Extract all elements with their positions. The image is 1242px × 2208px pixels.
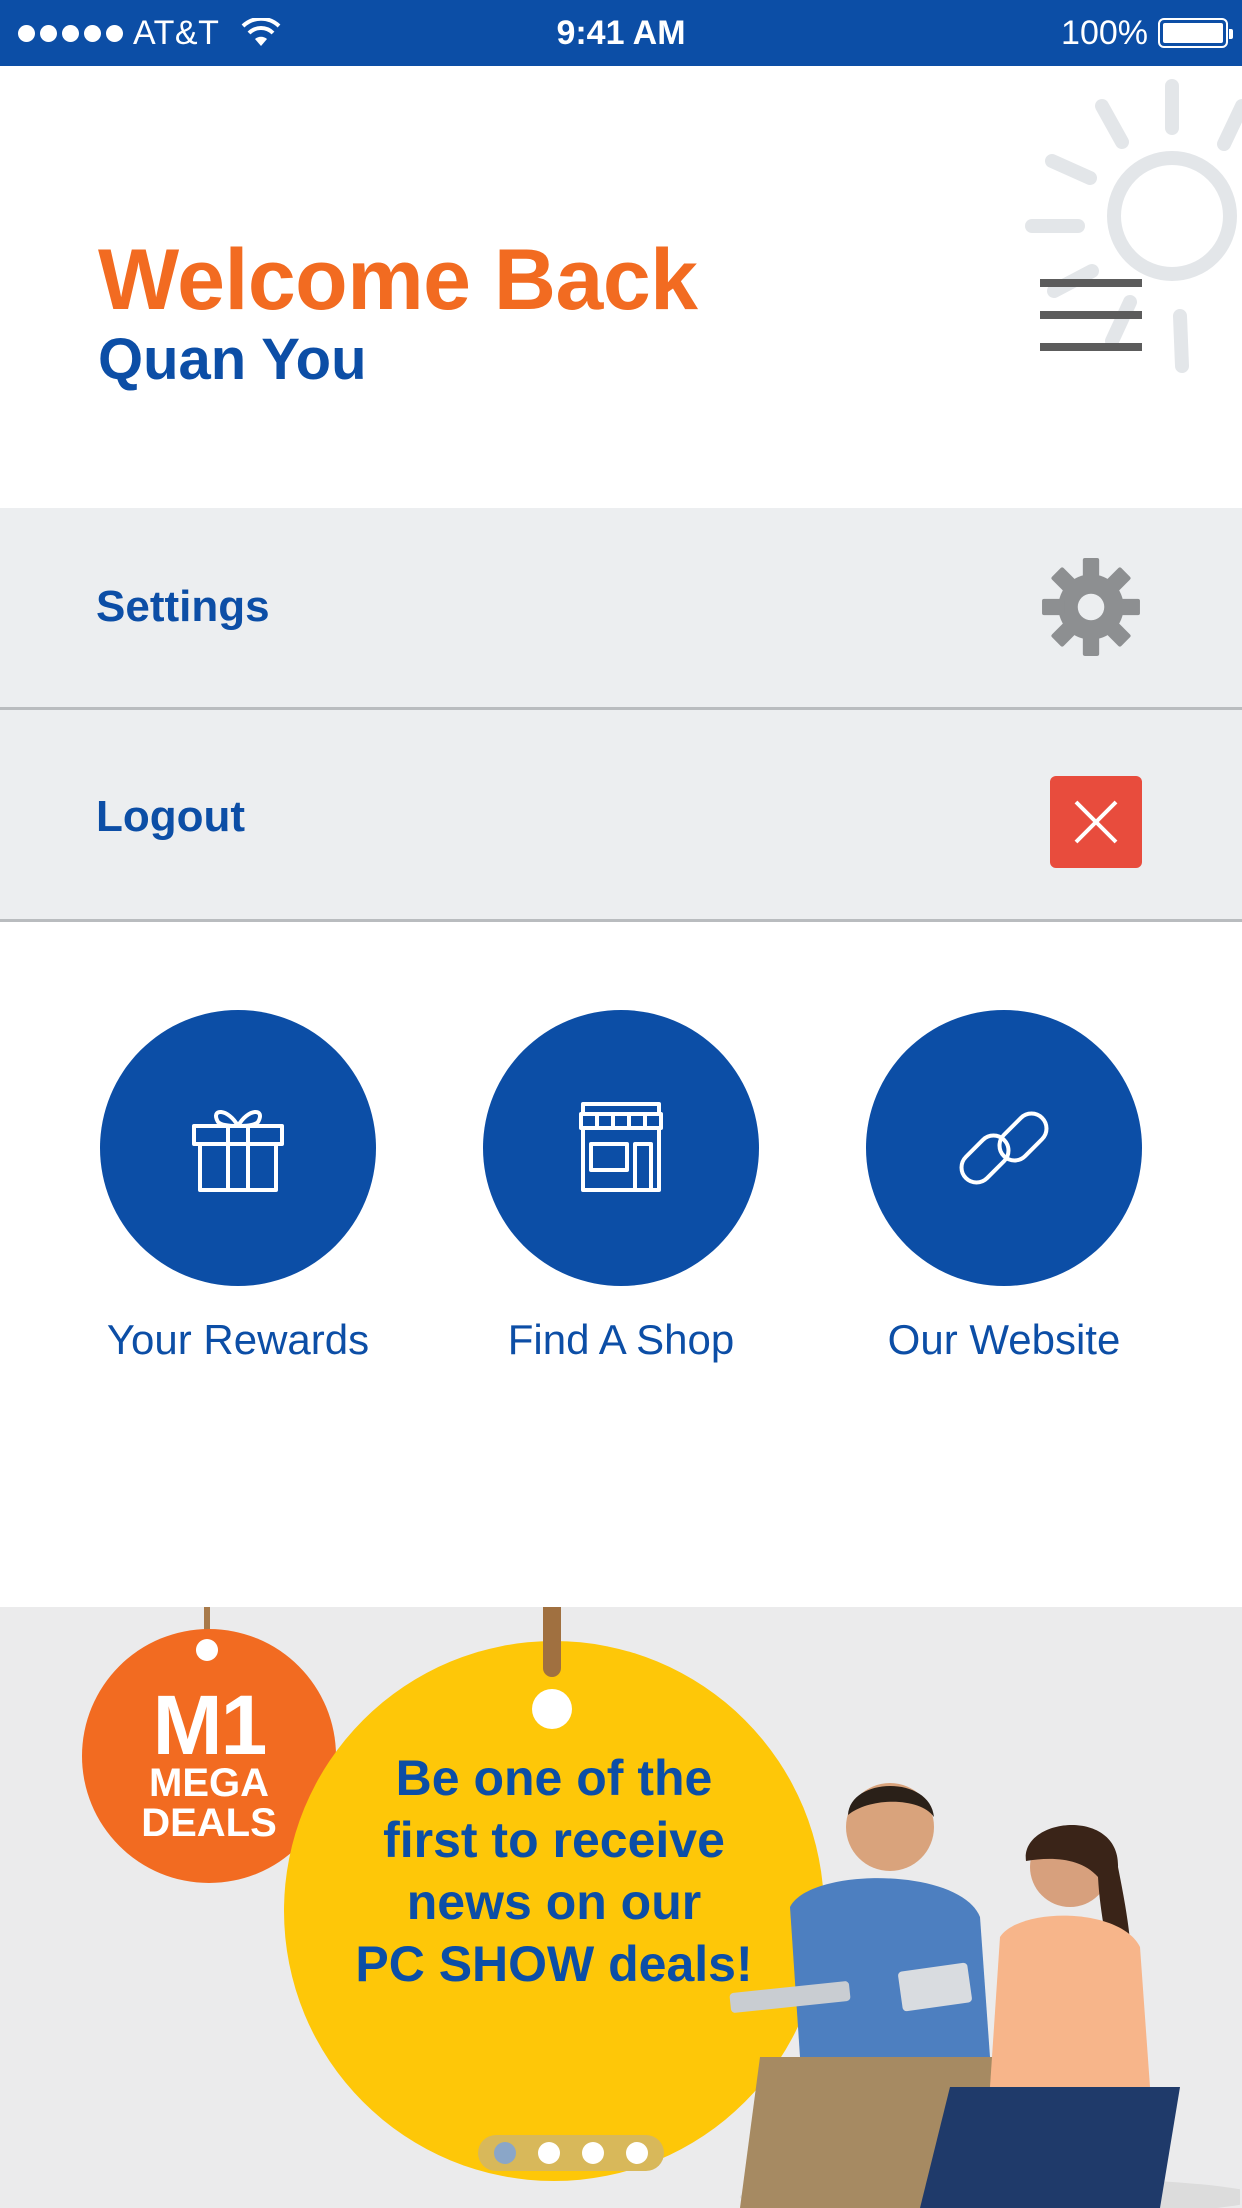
promo-banner[interactable]: M1 MEGA DEALS Be one of the first to rec… (0, 1607, 1242, 2208)
welcome-header: Welcome Back Quan You (0, 66, 1242, 508)
promo-tag-hole (532, 1689, 572, 1729)
status-time: 9:41 AM (556, 14, 686, 52)
user-name: Quan You (98, 327, 367, 392)
m1-logo-line1: MEGA (149, 1761, 269, 1805)
website-circle (866, 1010, 1142, 1286)
carousel-indicator (478, 2135, 664, 2171)
our-website-button[interactable]: Our Website (814, 1010, 1194, 1364)
status-bar: AT&T 9:41 AM 100% (0, 0, 1242, 66)
m1-logo-text: M1 MEGA DEALS (82, 1678, 336, 1843)
carousel-dot[interactable] (582, 2142, 604, 2164)
page-title: Welcome Back (98, 232, 698, 328)
m1-tag-hole (196, 1639, 218, 1661)
hamburger-menu-icon[interactable] (1040, 279, 1142, 351)
gear-icon (1042, 558, 1140, 656)
promo-people-image (729, 1783, 1240, 2208)
link-icon (959, 1111, 1049, 1185)
logout-label: Logout (96, 792, 246, 841)
logout-row[interactable]: Logout (0, 710, 1242, 922)
m1-logo-title: M1 (152, 1678, 268, 1772)
rewards-circle (100, 1010, 376, 1286)
your-rewards-button[interactable]: Your Rewards (48, 1010, 428, 1364)
our-website-label: Our Website (887, 1316, 1121, 1363)
settings-row[interactable]: Settings (0, 508, 1242, 710)
battery-percentage: 100% (1061, 13, 1148, 52)
find-a-shop-label: Find A Shop (507, 1316, 735, 1363)
find-a-shop-button[interactable]: Find A Shop (431, 1010, 811, 1364)
gift-icon (192, 1110, 284, 1192)
settings-label: Settings (96, 582, 270, 631)
shop-icon (579, 1102, 663, 1192)
status-right: 100% (1061, 0, 1233, 66)
quick-actions: Your Rewards Find A Shop Our Website (0, 922, 1242, 1607)
close-icon (1074, 800, 1118, 844)
your-rewards-label: Your Rewards (106, 1316, 370, 1363)
carousel-dot[interactable] (538, 2142, 560, 2164)
promo-tag-string (543, 1607, 561, 1677)
logout-button[interactable] (1050, 776, 1142, 868)
carousel-dot[interactable] (494, 2142, 516, 2164)
battery-icon (1158, 18, 1233, 48)
shop-circle (483, 1010, 759, 1286)
carousel-dot[interactable] (626, 2142, 648, 2164)
